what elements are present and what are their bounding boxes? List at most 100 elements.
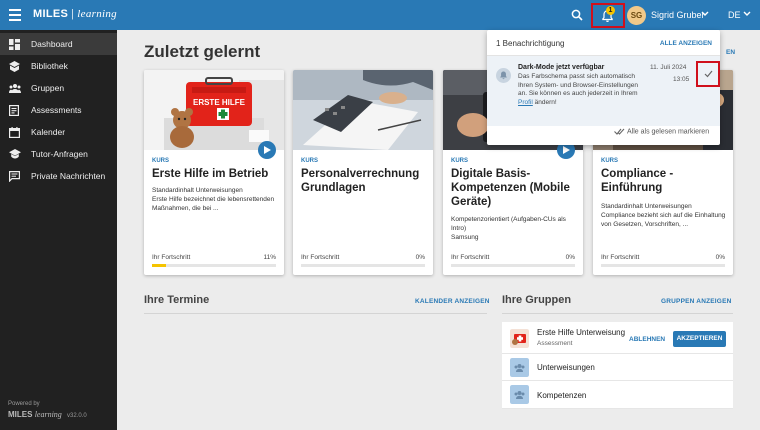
sidebar-item-label: Gruppen bbox=[31, 83, 65, 93]
progress-value: 0% bbox=[565, 254, 575, 261]
brand-name: MILES bbox=[33, 8, 69, 20]
app-logo[interactable]: MILES | learning bbox=[33, 8, 117, 20]
card-title: Erste Hilfe im Betrieb bbox=[152, 168, 269, 180]
play-button[interactable] bbox=[258, 141, 276, 159]
group-row[interactable]: Erste Hilfe Unterweisung Assessment ABLE… bbox=[502, 322, 733, 354]
user-name[interactable]: Sigrid Gruber bbox=[651, 10, 705, 20]
progress-value: 0% bbox=[715, 254, 725, 261]
peek-link[interactable]: EN bbox=[726, 49, 735, 56]
top-app-bar: MILES | learning 1 SG Sigrid Gruber DE bbox=[0, 0, 760, 30]
sidebar: Dashboard Bibliothek Gruppen Assessments… bbox=[0, 30, 117, 430]
mark-all-read-label: Alle als gelesen markieren bbox=[627, 128, 710, 136]
powered-by: Powered by bbox=[8, 401, 40, 407]
version: v32.0.0 bbox=[67, 413, 87, 419]
chevron-down-icon[interactable] bbox=[701, 11, 709, 17]
groups-link[interactable]: GRUPPEN ANZEIGEN bbox=[661, 298, 732, 305]
progress-bar bbox=[301, 264, 425, 267]
progress-bar bbox=[451, 264, 575, 267]
avatar[interactable]: SG bbox=[627, 6, 646, 25]
sidebar-item-bibliothek[interactable]: Bibliothek bbox=[0, 55, 117, 77]
library-icon bbox=[9, 61, 20, 72]
menu-icon[interactable] bbox=[9, 9, 21, 21]
notification-badge: 1 bbox=[606, 6, 615, 15]
progress-value: 11% bbox=[263, 254, 276, 261]
gruppen-divider bbox=[502, 313, 733, 314]
notification-title: Dark-Mode jetzt verfügbar bbox=[518, 64, 605, 71]
progress-label: Ihr Fortschritt bbox=[601, 254, 640, 261]
sidebar-item-label: Dashboard bbox=[31, 39, 73, 49]
sidebar-item-label: Assessments bbox=[31, 105, 82, 115]
course-card[interactable]: KURS Personalverrechnung Grundlagen Ihr … bbox=[293, 70, 433, 275]
footer-logo: MILES learning v32.0.0 bbox=[8, 410, 87, 419]
first-aid-group-thumbnail bbox=[510, 329, 529, 348]
sidebar-item-label: Tutor-Anfragen bbox=[31, 149, 88, 159]
card-description: Kompetenzorientiert (Aufgaben-CUs als In… bbox=[451, 216, 566, 241]
progress-label: Ihr Fortschritt bbox=[152, 254, 191, 261]
brand-sub: learning bbox=[77, 8, 117, 20]
calculator-desk-image bbox=[293, 70, 433, 150]
play-icon bbox=[264, 146, 271, 154]
notifications-popup: 1 Benachrichtigung ALLE ANZEIGEN Dark-Mo… bbox=[487, 30, 720, 145]
card-type: KURS bbox=[301, 158, 319, 164]
sidebar-item-gruppen[interactable]: Gruppen bbox=[0, 77, 117, 99]
termine-divider bbox=[144, 313, 487, 314]
calendar-icon bbox=[9, 127, 20, 138]
card-type: KURS bbox=[451, 158, 469, 164]
progress-bar bbox=[601, 264, 725, 267]
sidebar-item-assessments[interactable]: Assessments bbox=[0, 99, 117, 121]
calendar-link[interactable]: KALENDER ANZEIGEN bbox=[415, 298, 490, 305]
card-title: Digitale Basis-Kompetenzen (Mobile Gerät… bbox=[451, 168, 570, 208]
mark-all-read-button[interactable]: Alle als gelesen markieren bbox=[614, 128, 709, 135]
progress-fill bbox=[152, 264, 166, 267]
group-row[interactable]: Kompetenzen bbox=[502, 381, 733, 409]
notification-body: Das Farbschema passt sich automatisch Ih… bbox=[518, 73, 646, 107]
termine-title: Ihre Termine bbox=[144, 294, 210, 306]
progress-bar bbox=[152, 264, 276, 267]
language-select[interactable]: DE bbox=[728, 10, 741, 20]
group-name: Kompetenzen bbox=[537, 391, 587, 400]
notification-bell-icon bbox=[496, 68, 511, 83]
chat-icon bbox=[9, 171, 20, 182]
mark-read-button[interactable] bbox=[696, 61, 720, 87]
sidebar-item-tutor-anfragen[interactable]: Tutor-Anfragen bbox=[0, 143, 117, 165]
group-row[interactable]: Unterweisungen bbox=[502, 354, 733, 381]
group-name: Erste Hilfe Unterweisung bbox=[537, 328, 626, 337]
group-people-icon bbox=[510, 385, 529, 404]
card-type: KURS bbox=[152, 158, 170, 164]
notification-body-text-end: ändern! bbox=[532, 98, 557, 106]
group-people-icon bbox=[510, 358, 529, 377]
notification-item[interactable]: Dark-Mode jetzt verfügbar Das Farbschema… bbox=[487, 56, 720, 126]
show-all-notifications-button[interactable]: ALLE ANZEIGEN bbox=[660, 40, 712, 47]
chevron-down-icon[interactable] bbox=[743, 11, 751, 17]
double-check-icon bbox=[614, 128, 625, 135]
groups-icon bbox=[9, 84, 21, 93]
progress-value: 0% bbox=[415, 254, 425, 261]
gruppen-title: Ihre Gruppen bbox=[502, 294, 572, 306]
course-card[interactable]: ERSTE HILFE KURS Erste Hilfe im Betrieb … bbox=[144, 70, 284, 275]
card-description: Standardinhalt Unterweisungen Compliance… bbox=[601, 203, 726, 228]
sidebar-item-kalender[interactable]: Kalender bbox=[0, 121, 117, 143]
sidebar-item-label: Kalender bbox=[31, 127, 66, 137]
card-description: Standardinhalt Unterweisungen Erste Hilf… bbox=[152, 187, 275, 212]
group-type: Assessment bbox=[537, 340, 573, 347]
search-icon[interactable] bbox=[571, 9, 583, 21]
assessment-icon bbox=[9, 105, 19, 116]
notification-body-text: Das Farbschema passt sich automatisch Ih… bbox=[518, 73, 638, 97]
sidebar-item-dashboard[interactable]: Dashboard bbox=[0, 33, 117, 55]
profile-link[interactable]: Profil bbox=[518, 99, 533, 106]
check-icon bbox=[704, 70, 713, 78]
sidebar-item-label: Bibliothek bbox=[31, 61, 68, 71]
sidebar-item-private-nachrichten[interactable]: Private Nachrichten bbox=[0, 165, 117, 187]
progress-label: Ihr Fortschritt bbox=[301, 254, 340, 261]
footer-brand: MILES bbox=[8, 410, 33, 419]
notification-date: 11. Juli 2024 bbox=[650, 64, 687, 71]
footer-brand-sub: learning bbox=[34, 410, 62, 419]
page-title: Zuletzt gelernt bbox=[144, 42, 261, 61]
decline-button[interactable]: ABLEHNEN bbox=[629, 336, 665, 343]
accept-button[interactable]: AKZEPTIEREN bbox=[673, 331, 726, 347]
notifications-button[interactable]: 1 bbox=[591, 3, 625, 28]
dashboard-icon bbox=[9, 39, 20, 50]
svg-text:ERSTE HILFE: ERSTE HILFE bbox=[193, 98, 246, 107]
card-type: KURS bbox=[601, 158, 619, 164]
progress-label: Ihr Fortschritt bbox=[451, 254, 490, 261]
